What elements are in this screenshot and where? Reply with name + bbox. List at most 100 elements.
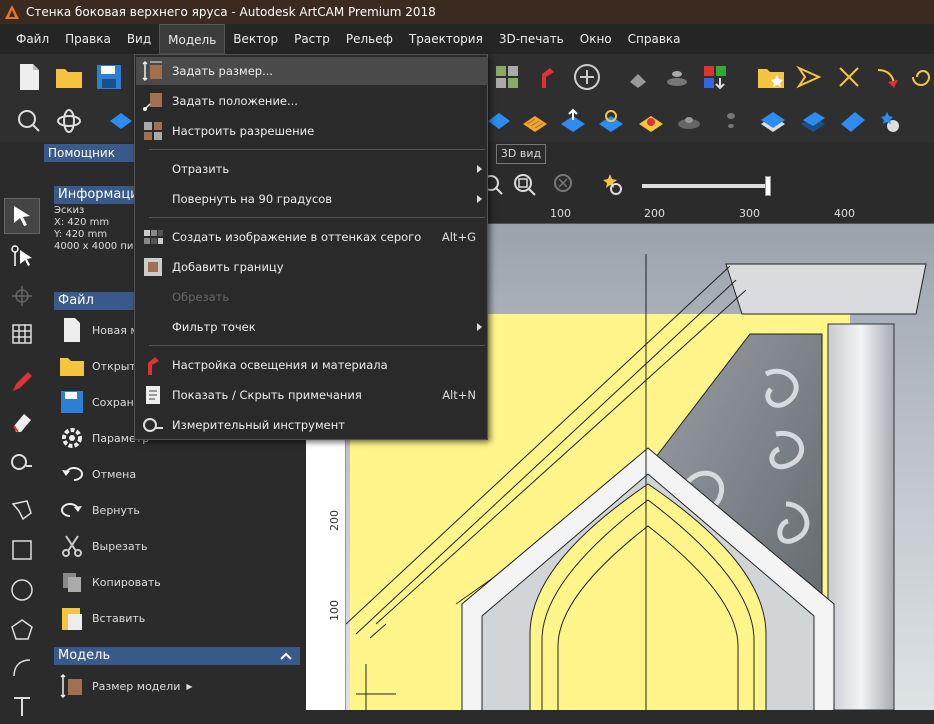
relief-small-icon[interactable] [716,106,746,136]
capital [725,263,927,315]
flatten-icon[interactable] [662,62,692,92]
polyline-icon[interactable] [4,492,40,528]
menu-item-add-border[interactable]: Добавить границу [136,253,488,281]
menu-item-crop: Обрезать [136,283,488,311]
save-icon[interactable] [94,62,124,92]
menu-item-set-position[interactable]: Задать положение... [136,87,488,115]
select-arrow-icon[interactable] [4,198,40,234]
relief-combine-icon[interactable] [596,106,626,136]
circle-icon[interactable] [4,572,40,608]
ruler-top-label: 400 [834,207,855,220]
notes-icon [142,384,164,406]
blue-diamond-icon[interactable] [106,106,136,136]
menu-item-notes[interactable]: Показать / Скрыть примечания Alt+N [136,381,488,409]
star-zoom-icon[interactable] [598,170,628,200]
chevron-up-icon[interactable] [280,647,292,671]
relief-star-icon[interactable] [878,106,908,136]
menu-help[interactable]: Справка [620,24,689,54]
file-undo[interactable]: Отмена [58,458,136,490]
menu-separator [149,149,485,150]
arc-icon[interactable] [4,650,40,686]
menu-item-measure[interactable]: Измерительный инструмент [136,411,488,439]
model-dropdown-menu: Задать размер... Задать положение... Нас… [134,54,488,440]
eraser-icon[interactable] [4,404,40,440]
menu-item-shortcut: Alt+G [441,230,476,244]
menu-item-mirror[interactable]: Отразить [136,155,488,183]
warp-grid-icon[interactable] [4,316,40,352]
title-bar: Стенка боковая верхнего яруса - Autodesk… [0,0,934,24]
relief-blue-flat-icon[interactable] [838,106,868,136]
erase-relief-icon[interactable] [624,62,654,92]
file-cut[interactable]: Вырезать [58,530,147,562]
transform-icon[interactable] [4,278,40,314]
ruler-left-label: 100 [328,600,341,621]
tape-measure-icon[interactable] [4,444,40,480]
copy-icon [58,568,86,596]
zoom-box-icon[interactable] [14,106,44,136]
lamp-icon[interactable] [532,62,562,92]
orbit-icon[interactable] [54,106,84,136]
menu-item-lighting[interactable]: Настройка освещения и материала [136,351,488,379]
border-icon [142,256,164,278]
file-copy[interactable]: Копировать [58,566,161,598]
window-title: Стенка боковая верхнего яруса - Autodesk… [26,5,436,19]
relief-red-dome-icon[interactable] [636,106,666,136]
menu-item-label: Показать / Скрыть примечания [172,388,362,402]
color-blocks-icon[interactable] [700,62,730,92]
menu-view[interactable]: Вид [119,24,159,54]
menu-model[interactable]: Модель [159,24,226,54]
menu-file[interactable]: Файл [8,24,57,54]
relief-gray-icon[interactable] [674,106,704,136]
polygon-icon[interactable] [4,612,40,648]
zoom-slider[interactable] [642,176,771,196]
menu-item-resolution[interactable]: Настроить разрешение [136,117,488,145]
node-select-icon[interactable] [4,238,40,274]
node-edit-icon[interactable] [834,62,864,92]
file-paste[interactable]: Вставить [58,602,145,634]
rectangle-icon[interactable] [4,532,40,568]
zoom-extents-icon[interactable] [550,170,580,200]
zoom-fit-icon[interactable] [510,170,540,200]
model-size[interactable]: Размер модели ▶ [58,670,193,702]
menu-item-point-filter[interactable]: Фильтр точек [136,313,488,341]
measure-icon [142,414,164,436]
file-save[interactable]: Сохрани [58,386,141,418]
menu-item-grayscale[interactable]: Создать изображение в оттенках серого Al… [136,223,488,251]
artcam-logo-icon [5,5,19,19]
grid-pattern-icon[interactable] [492,62,522,92]
new-file-icon[interactable] [14,62,44,92]
menu-item-label: Отразить [172,162,230,176]
menu-item-rotate-90[interactable]: Повернуть на 90 градусов [136,185,488,213]
tab-3d-view[interactable]: 3D вид [496,144,546,164]
submenu-arrow-icon [477,323,482,331]
menu-3d-print[interactable]: 3D-печать [491,24,572,54]
pencil-icon[interactable] [4,364,40,400]
menu-vector[interactable]: Вектор [225,24,286,54]
relief-stripes-icon[interactable] [520,106,550,136]
menu-relief[interactable]: Рельеф [338,24,401,54]
menu-bitmap[interactable]: Растр [286,24,338,54]
model-section-header[interactable]: Модель [54,647,300,665]
menu-edit[interactable]: Правка [57,24,119,54]
relief-blue-icon[interactable] [484,106,514,136]
relief-up-icon[interactable] [558,106,588,136]
open-folder-icon[interactable] [54,62,84,92]
text-tool-icon[interactable] [4,688,40,724]
curve-arrow-icon[interactable] [872,62,902,92]
star-folder-icon[interactable] [756,62,786,92]
menu-toolpath[interactable]: Траектория [401,24,491,54]
relief-layers-icon[interactable] [798,106,828,136]
menu-item-set-size[interactable]: Задать размер... [136,57,488,85]
file-open[interactable]: Открыть [58,350,142,382]
ruler-top-label: 100 [550,207,571,220]
relief-stack-icon[interactable] [758,106,788,136]
menu-separator [149,345,485,346]
vector-arrow-icon[interactable] [794,62,824,92]
pan-zoom-icon[interactable] [572,62,602,92]
menu-window[interactable]: Окно [572,24,620,54]
spiral-icon[interactable] [906,62,934,92]
zoom-slider-handle[interactable] [765,176,771,196]
file-redo[interactable]: Вернуть [58,494,140,526]
file-new-model[interactable]: Новая мо [58,314,145,346]
submenu-arrow-icon: ▶ [186,681,193,691]
